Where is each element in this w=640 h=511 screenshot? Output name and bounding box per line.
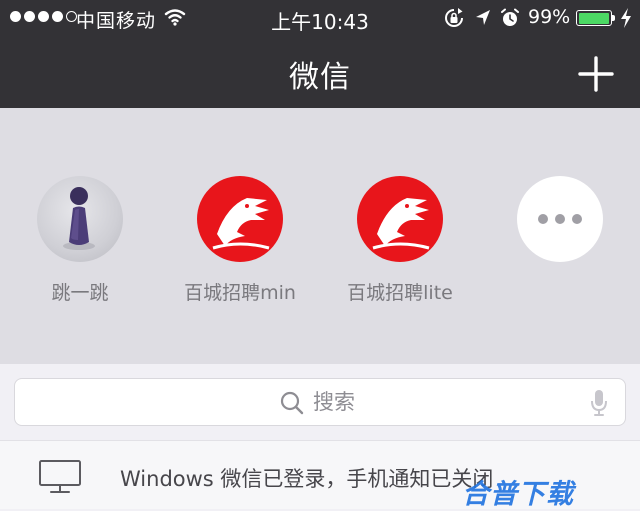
search-box[interactable] — [14, 378, 626, 426]
horse-logo-icon — [197, 176, 283, 262]
status-bar: 中国移动 上午10:43 99% — [0, 0, 640, 36]
battery-percentage: 99% — [528, 6, 571, 28]
plus-icon — [578, 56, 614, 92]
more-mini-programs-button[interactable] — [475, 176, 640, 262]
more-icon — [517, 176, 603, 262]
mini-program-item[interactable]: 百城招聘lite — [315, 176, 485, 305]
search-icon — [279, 390, 305, 420]
rotation-lock-icon — [444, 8, 464, 33]
mini-program-item[interactable]: 百城招聘min — [155, 176, 325, 305]
top-bar: 中国移动 上午10:43 99% 微信 — [0, 0, 640, 108]
mini-program-label: 百城招聘min — [184, 282, 296, 304]
search-area — [0, 364, 640, 439]
alarm-icon — [500, 8, 520, 33]
monitor-icon — [38, 459, 82, 499]
notice-text: Windows 微信已登录，手机通知已关闭 — [120, 467, 494, 491]
mini-program-panel: 跳一跳 百城招聘min 百城招聘lite — [0, 108, 640, 364]
watermark: 合普下载 — [462, 479, 574, 510]
jump-jump-icon — [37, 176, 123, 262]
mini-program-label: 百城招聘lite — [347, 282, 453, 304]
search-input[interactable] — [313, 385, 553, 419]
page-title: 微信 — [289, 60, 351, 95]
horse-logo-icon — [357, 176, 443, 262]
mini-program-label: 跳一跳 — [51, 282, 109, 304]
battery-icon — [576, 10, 612, 26]
location-icon — [474, 8, 492, 33]
charging-icon — [620, 8, 632, 33]
mini-program-item[interactable]: 跳一跳 — [0, 176, 165, 305]
microphone-icon[interactable] — [589, 389, 609, 421]
add-button[interactable] — [574, 52, 618, 96]
